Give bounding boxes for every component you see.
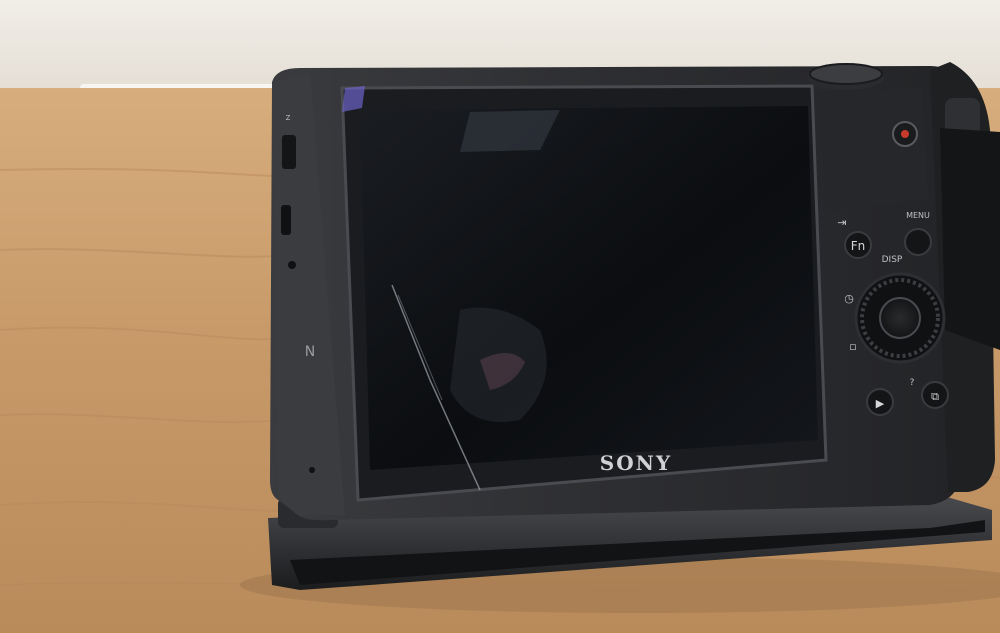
disp-label: DISP (882, 255, 903, 265)
photo-scene: SONY Fn MENU DISP ◷ ▫ ⇥ ▶ ⧉ ? Z N (0, 0, 1000, 633)
thumb-rest (818, 88, 928, 210)
fn-button-label: Fn (851, 239, 866, 253)
menu-button[interactable] (904, 228, 932, 256)
rec-dot-icon (901, 130, 909, 138)
self-timer-icon: ◷ (844, 292, 854, 305)
zoom-switch-label: Z (286, 114, 291, 122)
menu-button-label: MENU (906, 211, 930, 220)
control-dial-top-ring (809, 63, 883, 85)
delete-icon: ⧉ (931, 390, 939, 403)
lcd-screen (360, 106, 818, 470)
side-port (288, 261, 296, 269)
exposure-icon: ▫ (849, 340, 856, 353)
side-screw (309, 467, 315, 473)
exit-icon: ⇥ (837, 216, 846, 229)
zoom-switch[interactable] (282, 135, 296, 169)
camera-photo: SONY Fn MENU DISP ◷ ▫ ⇥ ▶ ⧉ ? Z N (0, 0, 1000, 633)
popup-flash-switch[interactable] (281, 205, 291, 235)
strap (940, 128, 1000, 350)
playback-icon: ▶ (876, 397, 885, 410)
nfc-icon: N (305, 344, 315, 360)
help-icon: ? (910, 378, 915, 388)
center-button[interactable] (879, 297, 921, 339)
brand-logo: SONY (600, 451, 672, 475)
